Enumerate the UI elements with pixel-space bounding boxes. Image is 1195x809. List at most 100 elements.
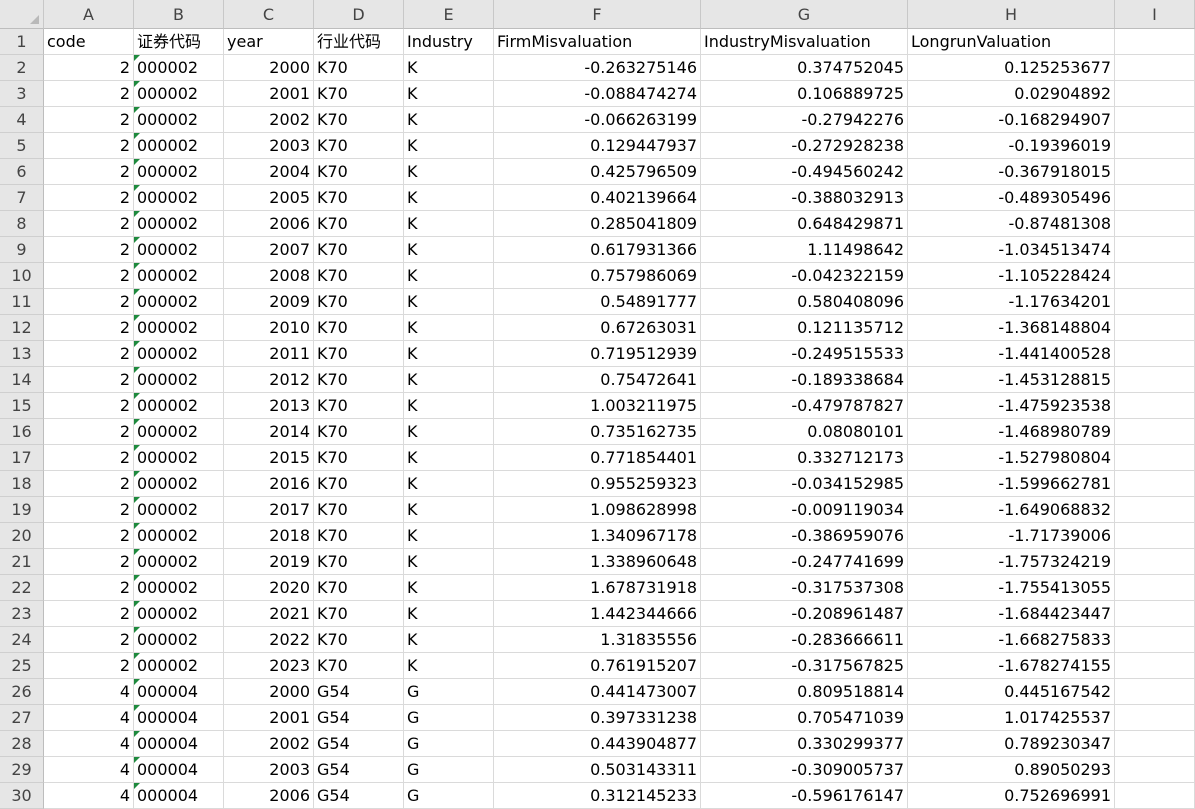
- row-header[interactable]: 7: [0, 185, 44, 211]
- table-cell-ind_code[interactable]: K70: [314, 341, 404, 367]
- table-cell-ind[interactable]: G: [404, 731, 494, 757]
- table-cell-sec[interactable]: 000004: [134, 783, 224, 809]
- table-cell-year[interactable]: 2016: [224, 471, 314, 497]
- table-cell-firm[interactable]: 0.54891777: [494, 289, 701, 315]
- table-cell-empty[interactable]: [1115, 419, 1195, 445]
- table-cell-firm[interactable]: 0.955259323: [494, 471, 701, 497]
- table-cell-empty[interactable]: [1115, 393, 1195, 419]
- table-cell-year[interactable]: 2017: [224, 497, 314, 523]
- table-cell-year[interactable]: 2001: [224, 705, 314, 731]
- table-cell-longrun[interactable]: -1.034513474: [908, 237, 1115, 263]
- table-cell-longrun[interactable]: -1.453128815: [908, 367, 1115, 393]
- table-cell-firm[interactable]: 1.678731918: [494, 575, 701, 601]
- table-cell-longrun[interactable]: -1.71739006: [908, 523, 1115, 549]
- table-cell-firm[interactable]: 0.75472641: [494, 367, 701, 393]
- spreadsheet-grid[interactable]: A B C D E F G H I 1 code 证券代码 year 行业代码 Industry FirmMi…: [0, 0, 1195, 809]
- table-cell-longrun[interactable]: -1.757324219: [908, 549, 1115, 575]
- table-cell-year[interactable]: 2009: [224, 289, 314, 315]
- table-cell-longrun[interactable]: 0.89050293: [908, 757, 1115, 783]
- table-cell-sec[interactable]: 000004: [134, 731, 224, 757]
- table-cell-ind[interactable]: K: [404, 315, 494, 341]
- row-header[interactable]: 20: [0, 523, 44, 549]
- table-cell-industry[interactable]: -0.317537308: [701, 575, 908, 601]
- table-cell-firm[interactable]: 0.129447937: [494, 133, 701, 159]
- table-cell-code[interactable]: 2: [44, 653, 134, 679]
- table-cell-code[interactable]: 2: [44, 159, 134, 185]
- table-cell-longrun[interactable]: -1.599662781: [908, 471, 1115, 497]
- table-cell-year[interactable]: 2004: [224, 159, 314, 185]
- table-cell-ind[interactable]: G: [404, 757, 494, 783]
- table-cell-longrun[interactable]: -1.475923538: [908, 393, 1115, 419]
- table-cell-ind[interactable]: K: [404, 419, 494, 445]
- table-cell-longrun[interactable]: -0.19396019: [908, 133, 1115, 159]
- table-cell-industry[interactable]: 0.332712173: [701, 445, 908, 471]
- table-cell-ind_code[interactable]: K70: [314, 393, 404, 419]
- header-cell-g[interactable]: IndustryMisvaluation: [701, 29, 908, 55]
- table-cell-ind_code[interactable]: G54: [314, 757, 404, 783]
- table-cell-code[interactable]: 2: [44, 419, 134, 445]
- table-cell-industry[interactable]: -0.309005737: [701, 757, 908, 783]
- table-cell-sec[interactable]: 000002: [134, 471, 224, 497]
- row-header[interactable]: 13: [0, 341, 44, 367]
- table-cell-ind[interactable]: K: [404, 341, 494, 367]
- table-cell-sec[interactable]: 000002: [134, 107, 224, 133]
- row-header[interactable]: 25: [0, 653, 44, 679]
- table-cell-firm[interactable]: -0.088474274: [494, 81, 701, 107]
- table-cell-year[interactable]: 2023: [224, 653, 314, 679]
- table-cell-empty[interactable]: [1115, 445, 1195, 471]
- table-cell-ind[interactable]: K: [404, 601, 494, 627]
- table-cell-longrun[interactable]: 1.017425537: [908, 705, 1115, 731]
- table-cell-ind[interactable]: K: [404, 523, 494, 549]
- table-cell-code[interactable]: 2: [44, 289, 134, 315]
- table-cell-industry[interactable]: 0.809518814: [701, 679, 908, 705]
- row-header[interactable]: 19: [0, 497, 44, 523]
- table-cell-empty[interactable]: [1115, 315, 1195, 341]
- table-cell-empty[interactable]: [1115, 705, 1195, 731]
- table-cell-industry[interactable]: -0.208961487: [701, 601, 908, 627]
- table-cell-sec[interactable]: 000002: [134, 367, 224, 393]
- table-cell-ind[interactable]: G: [404, 783, 494, 809]
- table-cell-ind[interactable]: K: [404, 393, 494, 419]
- table-cell-code[interactable]: 2: [44, 185, 134, 211]
- table-cell-code[interactable]: 2: [44, 627, 134, 653]
- table-cell-longrun[interactable]: 0.789230347: [908, 731, 1115, 757]
- table-cell-sec[interactable]: 000004: [134, 705, 224, 731]
- table-cell-year[interactable]: 2002: [224, 731, 314, 757]
- table-cell-ind_code[interactable]: K70: [314, 133, 404, 159]
- column-header-h[interactable]: H: [908, 0, 1115, 29]
- table-cell-industry[interactable]: -0.596176147: [701, 783, 908, 809]
- table-cell-industry[interactable]: -0.283666611: [701, 627, 908, 653]
- row-header[interactable]: 11: [0, 289, 44, 315]
- table-cell-industry[interactable]: 0.330299377: [701, 731, 908, 757]
- table-cell-sec[interactable]: 000002: [134, 393, 224, 419]
- table-cell-ind[interactable]: K: [404, 237, 494, 263]
- row-header[interactable]: 24: [0, 627, 44, 653]
- table-cell-ind_code[interactable]: K70: [314, 289, 404, 315]
- header-cell-h[interactable]: LongrunValuation: [908, 29, 1115, 55]
- table-cell-longrun[interactable]: -1.649068832: [908, 497, 1115, 523]
- table-cell-year[interactable]: 2022: [224, 627, 314, 653]
- table-cell-code[interactable]: 4: [44, 679, 134, 705]
- select-all-corner[interactable]: [0, 0, 44, 29]
- table-cell-industry[interactable]: -0.386959076: [701, 523, 908, 549]
- table-cell-industry[interactable]: -0.317567825: [701, 653, 908, 679]
- row-header[interactable]: 10: [0, 263, 44, 289]
- table-cell-industry[interactable]: 1.11498642: [701, 237, 908, 263]
- column-header-b[interactable]: B: [134, 0, 224, 29]
- table-cell-firm[interactable]: -0.263275146: [494, 55, 701, 81]
- table-cell-sec[interactable]: 000002: [134, 133, 224, 159]
- table-cell-longrun[interactable]: 0.02904892: [908, 81, 1115, 107]
- header-cell-a[interactable]: code: [44, 29, 134, 55]
- table-cell-code[interactable]: 2: [44, 523, 134, 549]
- table-cell-sec[interactable]: 000002: [134, 159, 224, 185]
- table-cell-code[interactable]: 2: [44, 263, 134, 289]
- table-cell-longrun[interactable]: -0.367918015: [908, 159, 1115, 185]
- table-cell-longrun[interactable]: -0.87481308: [908, 211, 1115, 237]
- table-cell-code[interactable]: 2: [44, 601, 134, 627]
- table-cell-industry[interactable]: -0.494560242: [701, 159, 908, 185]
- table-cell-ind_code[interactable]: K70: [314, 445, 404, 471]
- table-cell-ind[interactable]: K: [404, 575, 494, 601]
- table-cell-industry[interactable]: -0.042322159: [701, 263, 908, 289]
- table-cell-longrun[interactable]: 0.445167542: [908, 679, 1115, 705]
- table-cell-firm[interactable]: 0.312145233: [494, 783, 701, 809]
